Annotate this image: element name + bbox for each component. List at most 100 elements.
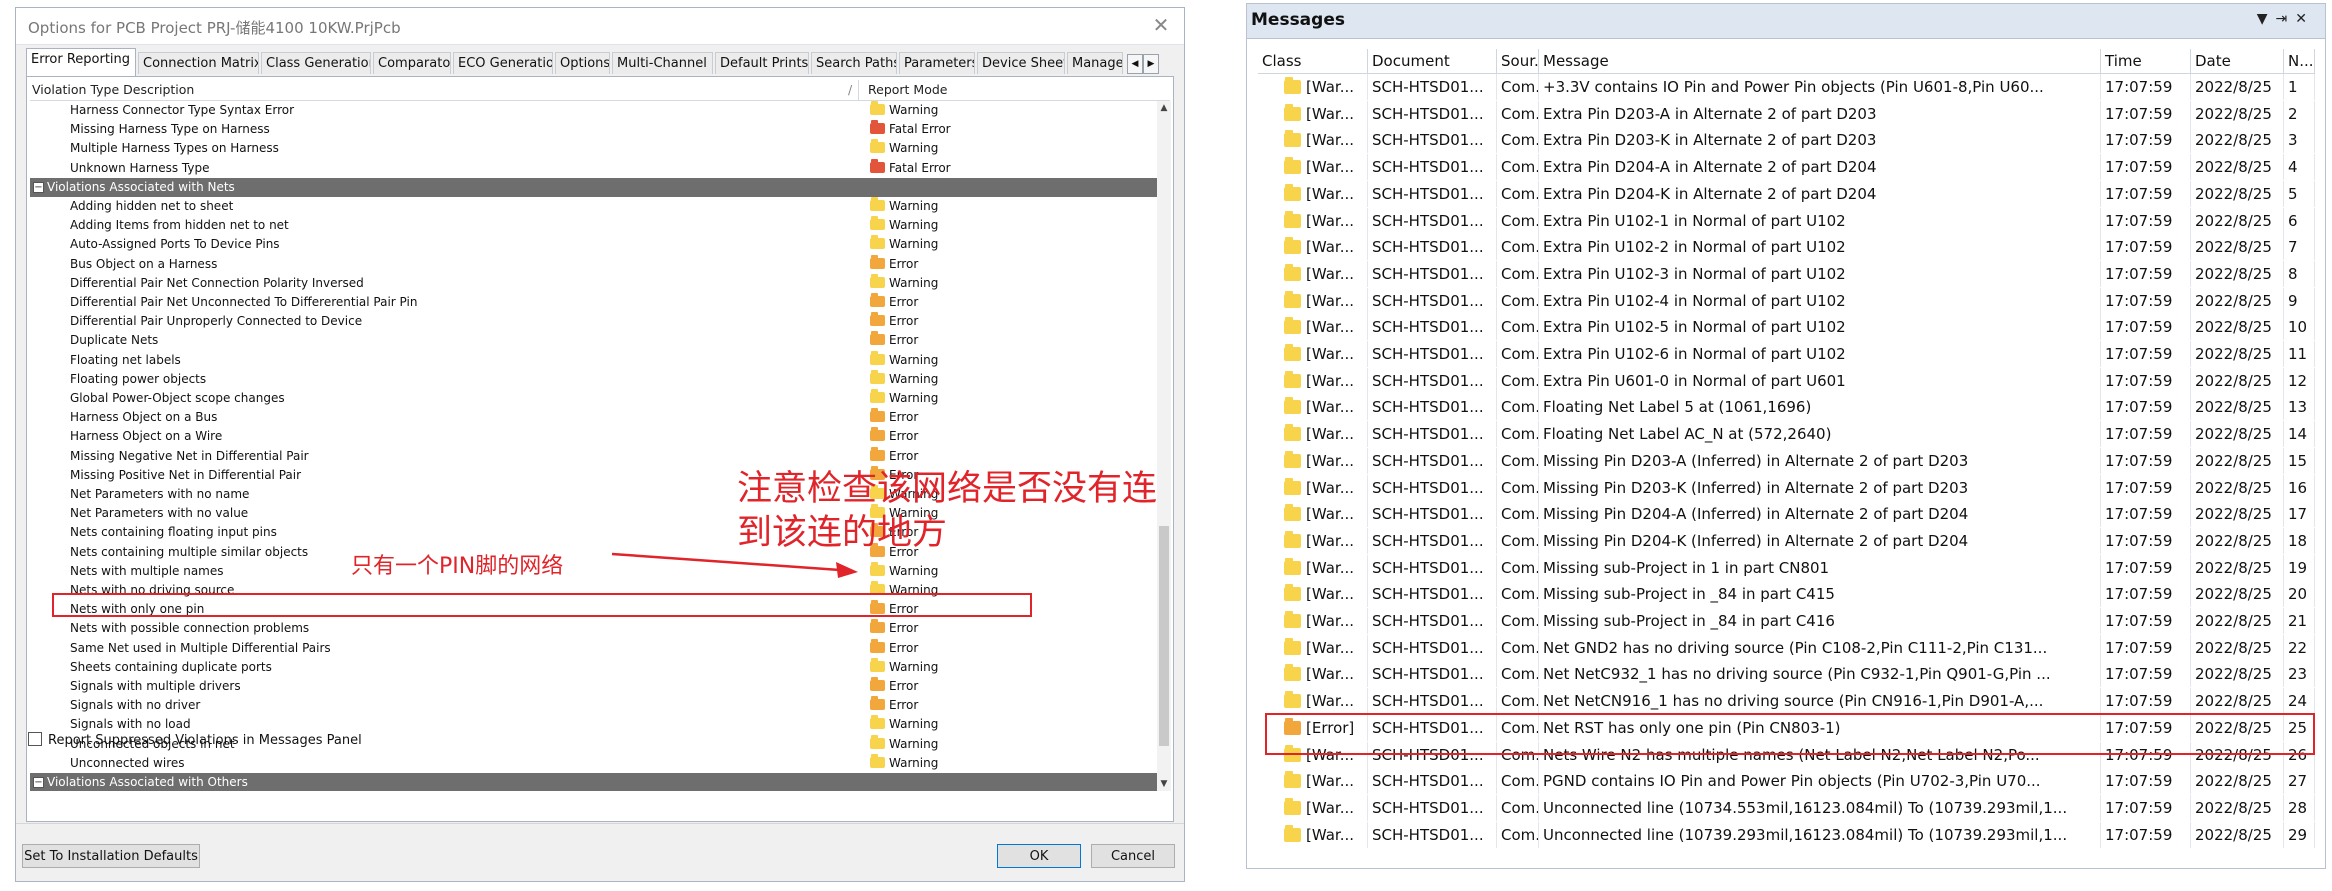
tab-options[interactable]: Options	[555, 52, 610, 74]
violation-row[interactable]: Nets with possible connection problems Er…	[30, 619, 1158, 638]
tab-managed[interactable]: Managed	[1067, 52, 1123, 74]
violation-row[interactable]: Floating power objects Warning	[30, 369, 1158, 389]
column-divider[interactable]	[858, 80, 859, 100]
cancel-button[interactable]: Cancel	[1091, 844, 1175, 868]
report-mode-value[interactable]: Error	[889, 698, 918, 712]
report-mode-value[interactable]: Warning	[889, 199, 938, 213]
violation-row[interactable]: Missing Harness Type on Harness Fatal Err…	[30, 120, 1158, 139]
violation-row[interactable]: Nets containing multiple similar objects…	[30, 542, 1158, 562]
report-mode-value[interactable]: Error	[889, 679, 918, 693]
message-row[interactable]: [War...SCH-HTSD01...Com...Extra Pin U102…	[1258, 234, 2315, 261]
collapse-icon[interactable]: −	[33, 777, 44, 788]
violation-row[interactable]: Signals with multiple drivers Error	[30, 677, 1158, 696]
report-mode-value[interactable]: Fatal Error	[889, 161, 951, 175]
tab-connection-matrix[interactable]: Connection Matrix	[138, 52, 259, 74]
message-row[interactable]: [War...SCH-HTSD01...Com...Unconnected li…	[1258, 794, 2315, 821]
column-source[interactable]: Sour...	[1497, 49, 1539, 73]
report-mode-value[interactable]: Error	[889, 429, 918, 443]
message-row[interactable]: [War...SCH-HTSD01...Com...Floating Net L…	[1258, 421, 2315, 448]
message-row[interactable]: [War...SCH-HTSD01...Com...Net NetC932_1 …	[1258, 661, 2315, 688]
message-row[interactable]: [War...SCH-HTSD01...Com...Missing Pin D2…	[1258, 447, 2315, 474]
column-time[interactable]: Time	[2101, 49, 2191, 73]
violation-row[interactable]: Harness Connector Type Syntax Error Warni…	[30, 101, 1158, 120]
violation-row[interactable]: Auto-Assigned Ports To Device Pins Warnin…	[30, 235, 1158, 254]
violation-row[interactable]: Differential Pair Net Unconnected To Dif…	[30, 293, 1158, 312]
report-mode-value[interactable]: Error	[889, 449, 918, 463]
violation-row[interactable]: Nets with multiple names Warning	[30, 561, 1158, 581]
tab-default-prints[interactable]: Default Prints	[715, 52, 809, 74]
report-mode-value[interactable]: Error	[889, 314, 918, 328]
report-mode-value[interactable]: Error	[889, 295, 918, 309]
message-row[interactable]: [War...SCH-HTSD01...Com...Net GND2 has n…	[1258, 634, 2315, 661]
message-row[interactable]: [War...SCH-HTSD01...Com...Extra Pin U102…	[1258, 260, 2315, 287]
report-mode-value[interactable]: Warning	[889, 717, 938, 731]
message-row[interactable]: [War...SCH-HTSD01...Com...Unconnected li…	[1258, 821, 2315, 848]
report-mode-value[interactable]: Warning	[889, 103, 938, 117]
scroll-up-icon[interactable]: ▲	[1157, 101, 1171, 115]
message-row[interactable]: [War...SCH-HTSD01...Com...Missing sub-Pr…	[1258, 608, 2315, 634]
violation-row[interactable]: Bus Object on a Harness Error	[30, 254, 1158, 274]
message-row[interactable]: [War...SCH-HTSD01...Com...PGND contains …	[1258, 768, 2315, 795]
report-mode-value[interactable]: Warning	[889, 218, 938, 232]
tab-scroll-right-icon[interactable]: ▶	[1143, 54, 1159, 74]
tab-search-paths[interactable]: Search Paths	[811, 52, 897, 74]
report-mode-value[interactable]: Warning	[889, 756, 938, 770]
panel-menu-icon[interactable]: ▼	[2257, 11, 2276, 27]
tab-comparator[interactable]: Comparator	[373, 52, 451, 74]
collapse-icon[interactable]: −	[33, 181, 44, 193]
column-document[interactable]: Document	[1368, 49, 1497, 73]
message-row[interactable]: [War...SCH-HTSD01...Com...+3.3V contains…	[1258, 74, 2315, 100]
column-class[interactable]: Class	[1258, 49, 1368, 73]
message-row[interactable]: [War...SCH-HTSD01...Com...Extra Pin D203…	[1258, 100, 2315, 127]
report-suppressed-checkbox[interactable]: Report Suppressed Violations in Messages…	[28, 732, 362, 748]
message-row[interactable]: [War...SCH-HTSD01...Com...Extra Pin D204…	[1258, 154, 2315, 181]
column-violation-type[interactable]: Violation Type Description	[32, 80, 194, 100]
violation-row[interactable]: Harness Object on a Bus Error	[30, 408, 1158, 427]
violation-row[interactable]: Sheets containing duplicate ports Warning	[30, 657, 1158, 677]
column-date[interactable]: Date	[2191, 49, 2284, 73]
tab-multi-channel[interactable]: Multi-Channel	[612, 52, 713, 74]
message-row[interactable]: [War...SCH-HTSD01...Com...Extra Pin U102…	[1258, 207, 2315, 234]
column-number[interactable]: N...	[2284, 49, 2315, 73]
message-row[interactable]: [War...SCH-HTSD01...Com...Net NetCN916_1…	[1258, 688, 2315, 715]
message-row[interactable]: [War...SCH-HTSD01...Com...Extra Pin U102…	[1258, 314, 2315, 341]
message-row[interactable]: [War...SCH-HTSD01...Com...Extra Pin D203…	[1258, 127, 2315, 154]
message-row[interactable]: [War...SCH-HTSD01...Com...Extra Pin U102…	[1258, 341, 2315, 367]
report-mode-value[interactable]: Error	[889, 641, 918, 655]
tab-eco-generation[interactable]: ECO Generation	[453, 52, 553, 74]
close-icon[interactable]: ✕	[1148, 12, 1174, 38]
close-icon[interactable]: ✕	[2295, 11, 2315, 27]
tab-parameters[interactable]: Parameters	[899, 52, 975, 74]
report-mode-value[interactable]: Error	[889, 257, 918, 271]
set-defaults-button[interactable]: Set To Installation Defaults	[22, 844, 200, 868]
message-row[interactable]: [War...SCH-HTSD01...Com...Extra Pin U102…	[1258, 287, 2315, 314]
violation-row[interactable]: Unknown Harness Type Fatal Error	[30, 158, 1158, 178]
checkbox-icon[interactable]	[28, 732, 42, 746]
violation-row[interactable]: Differential Pair Net Connection Polarit…	[30, 273, 1158, 293]
vertical-scrollbar[interactable]: ▲ ▼	[1157, 101, 1171, 791]
tab-error-reporting[interactable]: Error Reporting	[26, 48, 136, 76]
violation-row[interactable]: Differential Pair Unproperly Connected t…	[30, 312, 1158, 331]
report-mode-value[interactable]: Warning	[889, 391, 938, 405]
scrollbar-thumb[interactable]	[1159, 526, 1169, 746]
message-row[interactable]: [War...SCH-HTSD01...Com...Missing sub-Pr…	[1258, 554, 2315, 581]
violation-row[interactable]: Floating net labels Warning	[30, 350, 1158, 370]
column-report-mode[interactable]: Report Mode	[868, 80, 947, 100]
tab-scroll-left-icon[interactable]: ◀	[1127, 54, 1143, 74]
violation-row[interactable]: Adding Items from hidden net to net Warni…	[30, 216, 1158, 235]
report-mode-value[interactable]: Warning	[889, 737, 938, 751]
report-mode-value[interactable]: Warning	[889, 372, 938, 386]
scroll-down-icon[interactable]: ▼	[1157, 777, 1171, 791]
report-mode-value[interactable]: Error	[889, 621, 918, 635]
report-mode-value[interactable]: Error	[889, 410, 918, 424]
message-row[interactable]: [War...SCH-HTSD01...Com...Missing Pin D2…	[1258, 474, 2315, 501]
violation-row[interactable]: Missing Negative Net in Differential Pai…	[30, 446, 1158, 466]
violation-row[interactable]: Harness Object on a Wire Error	[30, 427, 1158, 446]
ok-button[interactable]: OK	[997, 844, 1081, 868]
report-mode-value[interactable]: Error	[889, 333, 918, 347]
message-row[interactable]: [War...SCH-HTSD01...Com...Extra Pin U601…	[1258, 367, 2315, 394]
message-row[interactable]: [War...SCH-HTSD01...Com...Missing sub-Pr…	[1258, 581, 2315, 608]
tab-device-sheets[interactable]: Device Sheets	[977, 52, 1065, 74]
violation-row[interactable]: Nets containing floating input pins Error	[30, 523, 1158, 542]
message-row[interactable]: [War...SCH-HTSD01...Com...Missing Pin D2…	[1258, 501, 2315, 528]
